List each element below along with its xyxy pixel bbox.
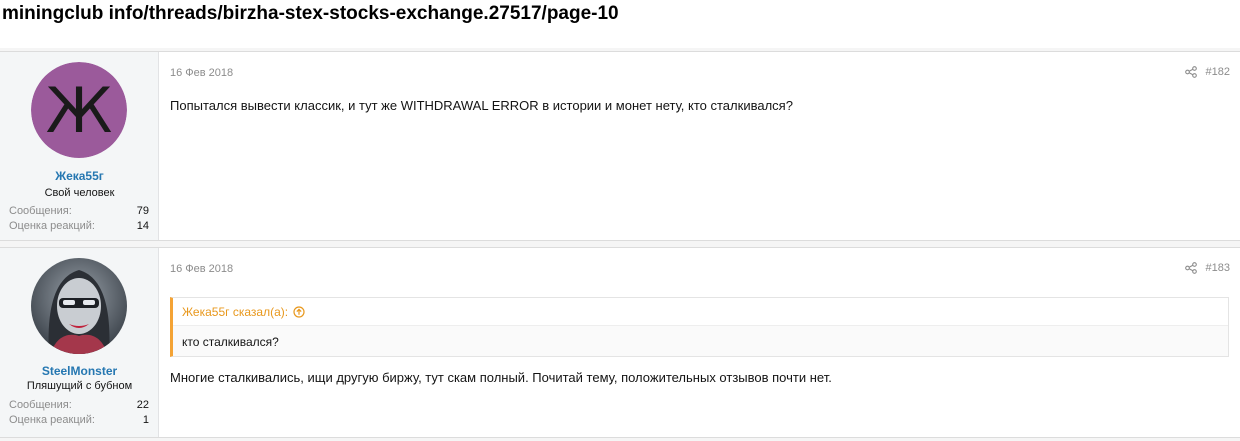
stat-value: 22 [136, 399, 149, 411]
arrow-up-circle-icon[interactable] [293, 306, 305, 318]
post-date[interactable]: 16 Фев 2018 [170, 67, 233, 79]
avatar[interactable] [31, 258, 127, 354]
quote-text: кто сталкивался? [182, 335, 279, 349]
quote-block: Жека55г сказал(а): кто сталкивался? [170, 297, 1229, 357]
stat-value: 14 [136, 220, 149, 232]
user-title: Свой человек [44, 187, 115, 199]
post-body: Попытался вывести классик, и тут же WITH… [170, 98, 793, 113]
stat-label: Сообщения: [9, 399, 72, 411]
quote-author[interactable]: Жека55г сказал(а): [182, 305, 288, 319]
username[interactable]: Жека55г [0, 169, 159, 183]
post-date[interactable]: 16 Фев 2018 [170, 263, 233, 275]
post-183: SteelMonster Пляшущий с бубном Сообщения… [0, 247, 1240, 438]
stat-messages: Сообщения: 22 [9, 399, 149, 413]
avatar-letter[interactable]: Ж [31, 62, 127, 158]
page-url: miningclub info/threads/birzha-stex-stoc… [2, 3, 619, 24]
avatar[interactable]: Ж [31, 62, 127, 158]
stat-messages: Сообщения: 79 [9, 205, 149, 219]
stat-value: 79 [136, 205, 149, 217]
post-user-cell: Ж Жека55г Свой человек Сообщения: 79 Оце… [0, 52, 159, 240]
stat-value: 1 [142, 414, 149, 426]
post-meta: #183 [1184, 262, 1230, 274]
stat-label: Сообщения: [9, 205, 72, 217]
user-title: Пляшущий с бубном [26, 380, 133, 392]
share-icon[interactable] [1184, 66, 1197, 78]
stat-reactions: Оценка реакций: 14 [9, 220, 149, 234]
quote-author-link[interactable]: Жека55г сказал(а): [182, 305, 305, 319]
post-user-cell: SteelMonster Пляшущий с бубном Сообщения… [0, 248, 159, 437]
stat-label: Оценка реакций: [9, 414, 95, 426]
stat-reactions: Оценка реакций: 1 [9, 414, 149, 428]
post-meta: #182 [1184, 66, 1230, 78]
avatar-photo[interactable] [31, 258, 127, 354]
share-icon[interactable] [1184, 262, 1197, 274]
post-number[interactable]: #183 [1206, 262, 1230, 274]
post-182: Ж Жека55г Свой человек Сообщения: 79 Оце… [0, 51, 1240, 241]
post-number[interactable]: #182 [1206, 66, 1230, 78]
url-bar: miningclub info/threads/birzha-stex-stoc… [0, 0, 1240, 48]
quote-header: Жека55г сказал(а): [173, 298, 1228, 326]
username[interactable]: SteelMonster [0, 364, 159, 378]
thread-posts: Ж Жека55г Свой человек Сообщения: 79 Оце… [0, 48, 1240, 441]
post-body: Многие сталкивались, ищи другую биржу, т… [170, 370, 832, 385]
stat-label: Оценка реакций: [9, 220, 95, 232]
